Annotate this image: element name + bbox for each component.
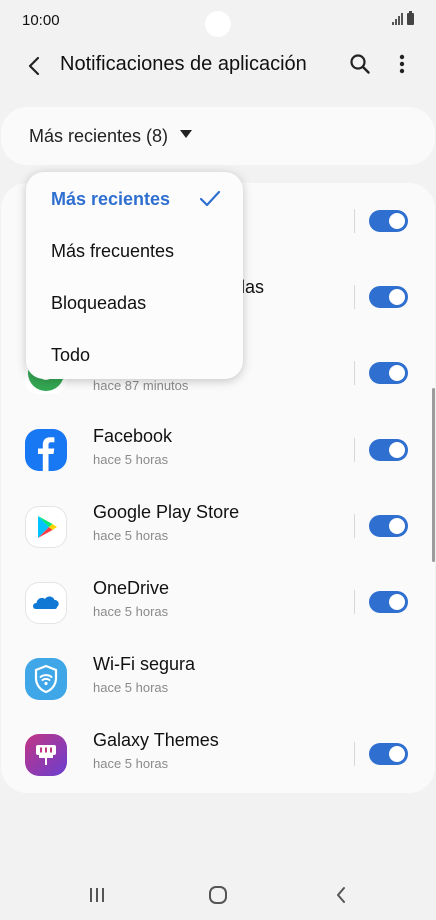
dropdown-item-todo[interactable]: Todo bbox=[26, 329, 243, 381]
home-button[interactable] bbox=[198, 882, 238, 908]
notification-toggle[interactable] bbox=[369, 286, 408, 308]
dropdown-item-label: Más frecuentes bbox=[51, 241, 175, 261]
app-name: Wi-Fi segura bbox=[93, 654, 196, 674]
more-vertical-icon bbox=[399, 54, 405, 74]
dropdown-item-label: Más recientes bbox=[51, 189, 171, 209]
recent-apps-icon bbox=[90, 888, 104, 902]
app-last-notification-time: hace 5 horas bbox=[93, 756, 169, 771]
recent-apps-button[interactable] bbox=[77, 882, 117, 908]
notification-toggle[interactable] bbox=[369, 743, 408, 765]
caret-down-icon bbox=[180, 130, 192, 138]
app-name: Facebook bbox=[93, 426, 173, 446]
app-name: Galaxy Themes bbox=[93, 730, 219, 750]
dropdown-item-mas-recientes[interactable]: Más recientes bbox=[26, 173, 243, 225]
app-last-notification-time: hace 5 horas bbox=[93, 604, 169, 619]
list-item[interactable]: Facebook hace 5 horas bbox=[1, 412, 435, 488]
row-divider bbox=[354, 285, 355, 309]
list-item[interactable]: Google Play Store hace 5 horas bbox=[1, 488, 435, 564]
filter-label: Más recientes (8) bbox=[29, 126, 169, 146]
search-icon bbox=[350, 54, 370, 74]
wifi-secure-icon bbox=[25, 658, 67, 700]
app-name: Google Play Store bbox=[93, 502, 240, 522]
facebook-icon bbox=[25, 429, 67, 471]
dropdown-item-mas-frecuentes[interactable]: Más frecuentes bbox=[26, 225, 243, 277]
row-divider bbox=[354, 514, 355, 538]
notification-toggle[interactable] bbox=[369, 591, 408, 613]
notification-toggle[interactable] bbox=[369, 439, 408, 461]
notification-toggle[interactable] bbox=[369, 210, 408, 232]
app-last-notification-time: hace 5 horas bbox=[93, 528, 169, 543]
dropdown-item-bloqueadas[interactable]: Bloqueadas bbox=[26, 277, 243, 329]
list-item[interactable]: Wi-Fi segura hace 5 horas bbox=[1, 640, 435, 716]
notification-toggle[interactable] bbox=[369, 515, 408, 537]
signal-icon bbox=[392, 13, 403, 25]
check-icon bbox=[199, 190, 221, 207]
row-divider bbox=[354, 742, 355, 766]
dropdown-item-label: Todo bbox=[51, 345, 91, 365]
notification-toggle[interactable] bbox=[369, 362, 408, 384]
row-divider bbox=[354, 209, 355, 233]
back-nav-button[interactable] bbox=[321, 882, 361, 908]
search-button[interactable] bbox=[344, 48, 376, 80]
back-button[interactable] bbox=[18, 50, 50, 82]
chevron-left-icon bbox=[28, 56, 40, 76]
row-divider bbox=[354, 361, 355, 385]
filter-selector[interactable]: Más recientes (8) bbox=[1, 107, 435, 165]
back-icon bbox=[337, 887, 345, 903]
onedrive-icon bbox=[25, 582, 67, 624]
home-icon bbox=[209, 886, 227, 904]
status-icons bbox=[392, 11, 414, 25]
dropdown-item-label: Bloqueadas bbox=[51, 293, 147, 313]
app-last-notification-time: hace 5 horas bbox=[93, 680, 169, 695]
list-item[interactable]: Galaxy Themes hace 5 horas bbox=[1, 716, 435, 792]
galaxy-themes-icon bbox=[25, 734, 67, 776]
app-bar: Notificaciones de aplicación bbox=[0, 40, 436, 92]
app-last-notification-time: hace 5 horas bbox=[93, 452, 169, 467]
status-time: 10:00 bbox=[22, 12, 60, 29]
battery-icon bbox=[407, 11, 414, 25]
row-divider bbox=[354, 438, 355, 462]
navigation-bar bbox=[0, 870, 436, 920]
sort-dropdown-menu: Más recientes Más frecuentes Bloqueadas … bbox=[26, 172, 243, 379]
status-bar: 10:00 bbox=[0, 0, 436, 40]
google-play-icon bbox=[25, 506, 67, 548]
row-divider bbox=[354, 590, 355, 614]
more-options-button[interactable] bbox=[386, 48, 418, 80]
scrollbar[interactable] bbox=[432, 388, 435, 562]
camera-cutout bbox=[205, 11, 231, 37]
list-item[interactable]: OneDrive hace 5 horas bbox=[1, 564, 435, 640]
app-name: OneDrive bbox=[93, 578, 170, 598]
page-title: Notificaciones de aplicación bbox=[60, 53, 307, 75]
